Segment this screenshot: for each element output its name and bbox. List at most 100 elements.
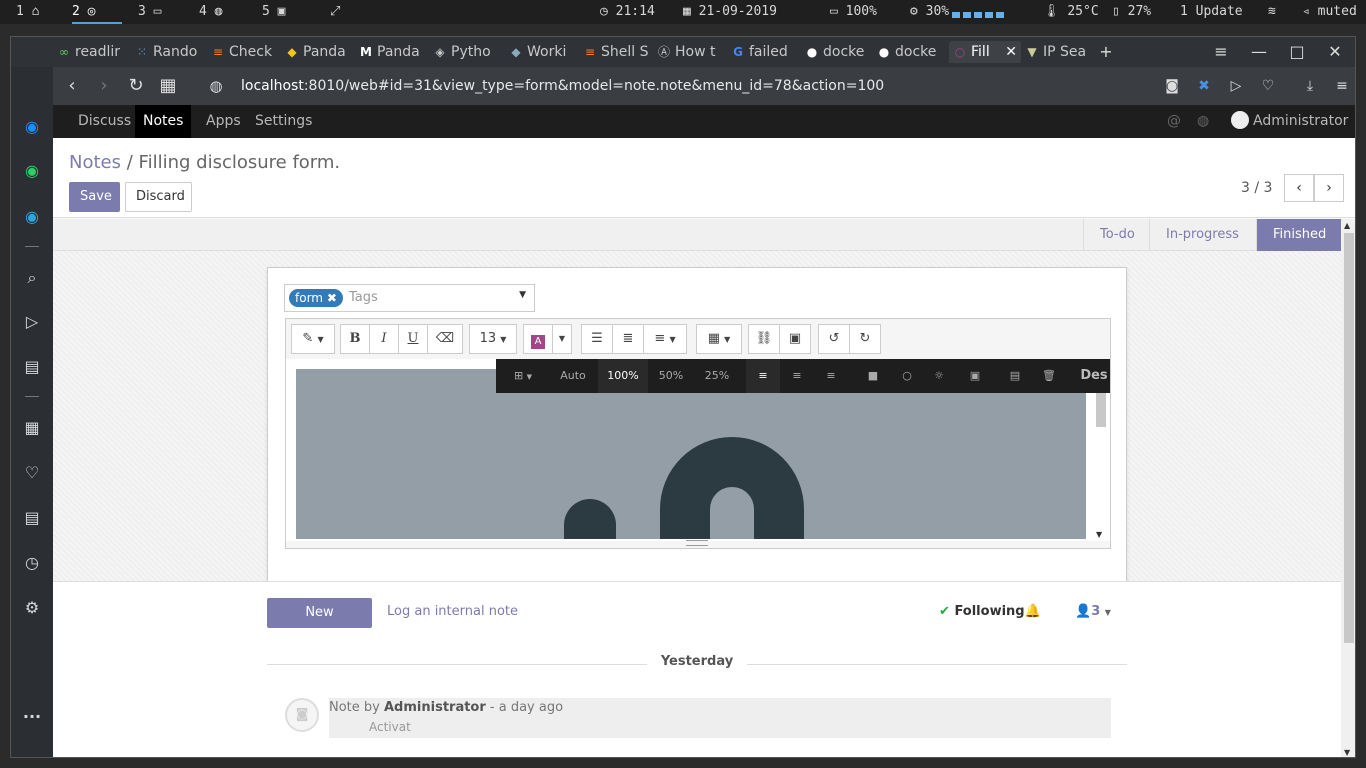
new-tab-icon[interactable]: + [1094,41,1118,63]
stage-finished[interactable]: Finished [1256,219,1343,251]
workspace-5[interactable]: 5 ▣ [262,0,285,24]
maximize-icon[interactable]: □ [1285,41,1309,63]
workspace-3[interactable]: 3 ▭ [138,0,161,24]
size-auto[interactable]: Auto [554,359,592,393]
whatsapp-icon[interactable]: ◉ [20,159,44,183]
shape-shadow-icon[interactable]: ☼ [924,359,954,393]
close-tab-icon[interactable]: ✕ [1005,41,1017,63]
tab-menu-icon[interactable]: ≡ [1209,41,1233,63]
underline-icon[interactable]: U [398,324,428,354]
size-50[interactable]: 50% [652,359,690,393]
messenger-icon[interactable]: ◉ [20,115,44,139]
menu-notes[interactable]: Notes [135,105,192,138]
reload-icon[interactable]: ↻ [125,75,147,97]
size-100[interactable]: 100% [598,359,648,393]
tab-11[interactable]: ● docke [877,41,949,63]
discard-button[interactable]: Discard [125,182,192,212]
tab-13[interactable]: ▼ IP Sea [1025,41,1097,63]
tab-active-odoo[interactable]: ○ Fill ✕ [949,41,1021,63]
close-window-icon[interactable]: ✕ [1323,41,1347,63]
send-icon[interactable]: ▷ [1225,75,1247,97]
tab-1[interactable]: ⁙ Rando [135,41,207,63]
font-size-dropdown[interactable]: 13 ▼ [469,324,517,354]
user-menu[interactable]: Administrator ▼ [1223,105,1355,161]
breadcrumb-notes[interactable]: Notes [69,152,121,173]
heart-icon[interactable]: ♡ [20,461,44,485]
scroll-thumb[interactable] [1096,393,1106,427]
link-icon[interactable]: ⛓ [748,324,780,354]
bold-icon[interactable]: B [340,324,370,354]
undo-icon[interactable]: ↺ [818,324,850,354]
pager-next-icon[interactable]: › [1314,174,1344,202]
download-icon[interactable]: ⤓ [1299,75,1321,97]
remove-tag-icon[interactable]: ✖ [327,291,337,305]
settings-gear-icon[interactable]: ⚙ [20,596,44,620]
caret-down-icon[interactable]: ▼ [519,290,526,300]
search-icon[interactable]: ⌕ [20,266,44,290]
save-button[interactable]: Save [69,182,120,212]
scroll-down-icon[interactable]: ▼ [1096,530,1102,539]
align-right-icon[interactable]: ≡ [816,359,846,393]
stage-todo[interactable]: To-do [1083,219,1151,251]
back-icon[interactable]: ‹ [61,75,83,97]
tab-2[interactable]: ≡ Check [211,41,283,63]
image-icon[interactable]: ▣ [779,324,811,354]
wallet-icon[interactable]: ▤ [20,355,44,379]
send-icon[interactable]: ▷ [20,310,44,334]
caret-down-icon[interactable]: ▼ [552,324,572,354]
scroll-up-icon[interactable]: ▲ [1344,221,1350,230]
tab-10[interactable]: ● docke [805,41,877,63]
editor-resize-handle[interactable] [686,540,708,546]
editor-scrollbar[interactable]: ▼ [1094,393,1108,541]
speed-dial-icon[interactable]: ▦ [20,416,44,440]
new-message-button[interactable]: New message [267,598,372,648]
tags-field[interactable]: form ✖ Tags ▼ [284,284,535,312]
scroll-thumb[interactable] [1344,233,1354,643]
tab-3[interactable]: ◆ Panda [285,41,357,63]
scroll-down-icon[interactable]: ▼ [1344,748,1350,757]
menu-discuss[interactable]: Discuss [70,105,139,138]
tab-0[interactable]: ∞ readlir [57,41,131,63]
history-icon[interactable]: ◷ [20,551,44,575]
following-button[interactable]: ✔ Following🔔 [939,604,1041,619]
tabs-grid-icon[interactable]: ▦ [157,75,179,97]
stage-in-progress[interactable]: In-progress [1149,219,1255,251]
align-left-icon[interactable]: ≡ [746,359,780,393]
shape-circle-icon[interactable]: ○ [892,359,922,393]
table-dropdown[interactable]: ▦ ▼ [696,324,742,354]
telegram-icon[interactable]: ◉ [20,205,44,229]
tab-6[interactable]: ◆ Worki [509,41,581,63]
mention-icon[interactable]: @ [1159,105,1189,138]
placeholder-image[interactable] [296,369,1086,539]
ordered-list-icon[interactable]: ≣ [612,324,644,354]
workspace-2[interactable]: 2 ◎ [72,0,122,24]
eraser-icon[interactable]: ⌫ [427,324,463,354]
minimize-icon[interactable]: — [1247,41,1271,63]
trash-icon[interactable]: 🗑 [1034,359,1064,393]
redo-icon[interactable]: ↻ [849,324,881,354]
easy-setup-icon[interactable]: ≡ [1331,75,1353,97]
shape-thumbnail-icon[interactable]: ▣ [960,359,990,393]
unordered-list-icon[interactable]: ☰ [581,324,613,354]
forward-icon[interactable]: › [93,75,115,97]
workspace-4[interactable]: 4 ◍ [199,0,222,24]
italic-icon[interactable]: I [369,324,399,354]
url-field[interactable]: localhost:8010/web#id=31&view_type=form&… [241,77,884,95]
more-icon[interactable]: ··· [20,705,44,729]
log-note-link[interactable]: Log an internal note [387,604,518,619]
shape-rounded-icon[interactable]: ■ [858,359,888,393]
news-icon[interactable]: ▤ [20,506,44,530]
style-dropdown[interactable]: ✎ ▼ [291,324,335,354]
camera-icon[interactable]: ◙ [1161,75,1183,97]
pager-previous-icon[interactable]: ‹ [1284,174,1314,202]
tab-8[interactable]: Ⓐ How t [657,41,729,63]
replace-image-icon[interactable]: ▤ [1000,359,1030,393]
heart-icon[interactable]: ♡ [1257,75,1279,97]
paragraph-align-dropdown[interactable]: ≡ ▼ [643,324,687,354]
workspace-1[interactable]: 1 ⌂ [16,0,39,24]
expand-icon[interactable]: ⤢ [330,0,340,24]
description-button[interactable]: Des [1078,359,1110,393]
tab-7[interactable]: ≡ Shell S [583,41,655,63]
font-color-icon[interactable]: A [523,324,553,354]
followers-dropdown[interactable]: 👤3 ▼ [1075,604,1111,619]
